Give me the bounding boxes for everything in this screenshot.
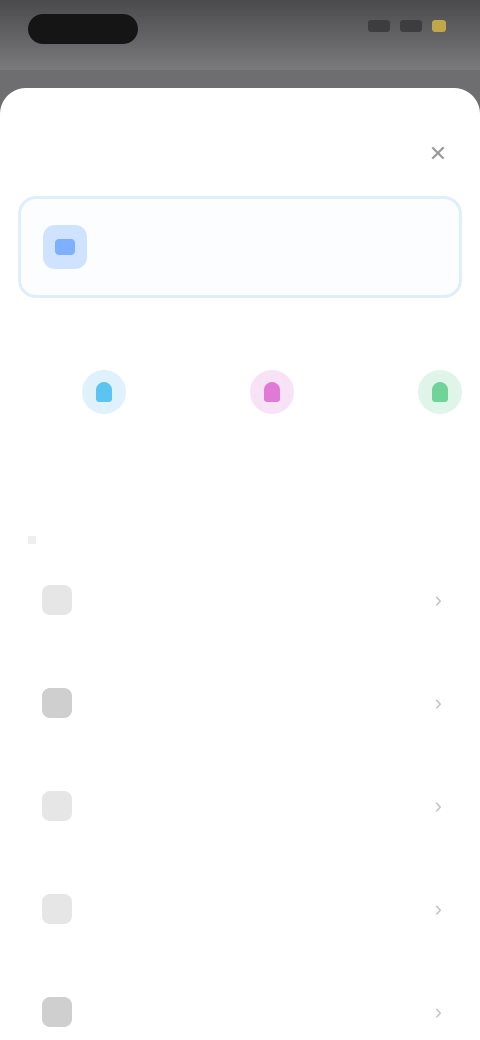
- sheet-header: ✕: [0, 88, 480, 208]
- menu-item[interactable]: ›: [0, 548, 480, 651]
- menu-item[interactable]: ›: [0, 651, 480, 754]
- menu-item[interactable]: ›: [0, 857, 480, 960]
- quick-action-2[interactable]: [212, 370, 332, 422]
- battery-icon: [432, 20, 446, 32]
- info-banner[interactable]: [18, 196, 462, 298]
- chevron-right-icon: ›: [434, 895, 442, 921]
- menu-item[interactable]: ›: [0, 754, 480, 857]
- close-icon[interactable]: ✕: [422, 138, 454, 170]
- bottom-sheet: ✕ › › › › ›: [0, 88, 480, 1040]
- chat-icon: [43, 225, 87, 269]
- info-icon: [42, 790, 72, 821]
- status-bar: [0, 0, 480, 70]
- quick-actions-row: [0, 370, 480, 490]
- quick-action-3[interactable]: [380, 370, 480, 422]
- green-leaf-icon: [418, 370, 462, 414]
- wifi-icon: [400, 20, 422, 32]
- status-time-pill: [28, 14, 138, 44]
- menu-item[interactable]: ›: [0, 960, 480, 1040]
- chevron-right-icon: ›: [434, 792, 442, 818]
- chevron-right-icon: ›: [434, 998, 442, 1024]
- status-indicators: [368, 20, 446, 32]
- menu-list: › › › › ›: [0, 548, 480, 1040]
- section-divider: [28, 536, 36, 544]
- chevron-right-icon: ›: [434, 689, 442, 715]
- help-icon: [42, 893, 72, 924]
- chevron-right-icon: ›: [434, 586, 442, 612]
- quick-action-1[interactable]: [44, 370, 164, 422]
- settings-icon: [42, 996, 72, 1027]
- pink-gift-icon: [250, 370, 294, 414]
- document-icon: [42, 687, 72, 718]
- message-icon: [42, 584, 72, 615]
- signal-icon: [368, 20, 390, 32]
- blue-shield-icon: [82, 370, 126, 414]
